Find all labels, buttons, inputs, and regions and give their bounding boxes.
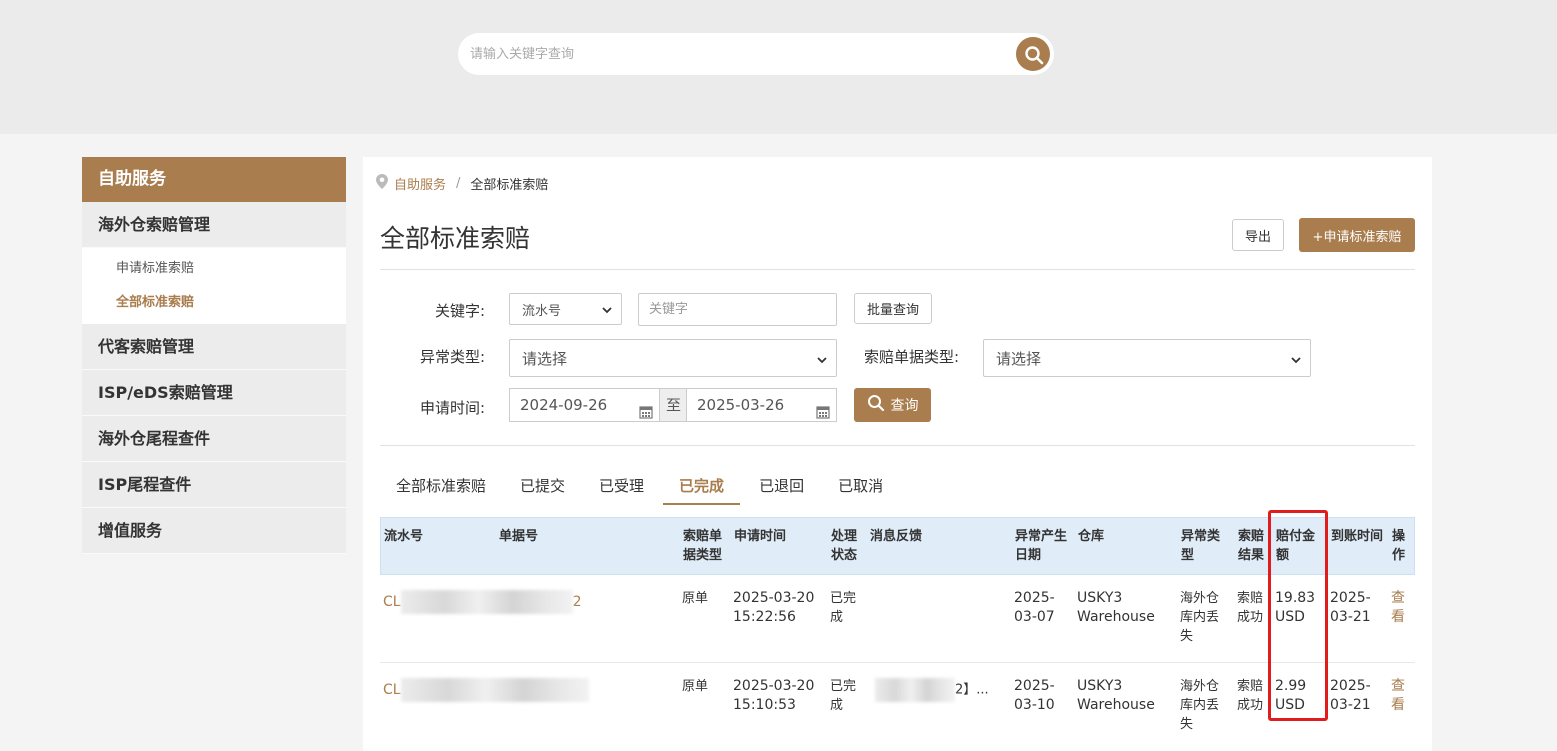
header-result: 索赔 结果 [1238,529,1265,563]
breadcrumb-home-link[interactable]: 自助服务 [394,174,446,193]
sidebar-item-overseas-claims[interactable]: 海外仓索赔管理 [82,202,346,248]
export-button[interactable]: 导出 [1232,219,1284,251]
query-button[interactable]: 查询 [854,388,931,422]
date-range-separator: 至 [660,388,687,422]
keyword-label: 关键字: [434,302,485,320]
search-icon [867,394,885,416]
feedback-cell: 2】... [875,678,989,702]
result-cell: 索赔 成功 [1237,679,1264,713]
search-box [458,33,1054,75]
breadcrumb-current: 全部标准索赔 [470,178,549,193]
header-feedback: 消息反馈 [870,529,923,544]
arrival-time-cell: 2025- 03-21 [1330,590,1371,625]
header-warehouse: 仓库 [1078,529,1105,544]
anomaly-date-cell: 2025- 03-07 [1014,590,1055,625]
sidebar-item-proxy-claims[interactable]: 代客索赔管理 [82,324,346,370]
header-amount: 赔付金额 [1276,529,1316,563]
warehouse-cell: USKY3 Warehouse [1077,678,1155,713]
query-button-label: 查询 [890,398,919,414]
header-doc-type: 索赔单 据类型 [683,529,723,563]
header-operation: 操作 [1392,529,1406,563]
amount-cell: 19.83 USD [1275,590,1316,625]
header-anomaly-type: 异常类型 [1181,529,1221,563]
date-to-value: 2025-03-26 [697,396,785,414]
top-search-bar [0,0,1557,134]
date-to-input[interactable]: 2025-03-26 [686,388,837,422]
serial-no-link[interactable]: CL 2 [383,590,582,614]
anomaly-date-cell: 2025- 03-10 [1014,678,1055,713]
chevron-down-icon [816,352,828,370]
header-status: 处理 状态 [831,529,858,563]
sidebar-submenu: 申请标准索赔 全部标准索赔 [82,248,346,324]
status-tabs: 全部标准索赔 已提交 已受理 已完成 已退回 已取消 [380,471,900,505]
doc-type-cell: 原单 [682,591,709,606]
location-pin-icon [376,174,388,193]
doc-type-value: 请选择 [996,349,1042,368]
doc-type-select[interactable]: 请选择 [983,339,1311,377]
apply-time-cell: 2025-03-20 15:10:53 [733,678,815,713]
doc-type-cell: 原单 [682,679,709,694]
anomaly-type-select[interactable]: 请选择 [509,339,837,377]
keyword-type-select[interactable]: 流水号 [509,293,622,325]
tab-all[interactable]: 全部标准索赔 [396,471,486,505]
tab-completed[interactable]: 已完成 [663,471,741,505]
tab-returned[interactable]: 已退回 [759,471,804,505]
apply-time-cell: 2025-03-20 15:22:56 [733,590,815,625]
result-cell: 索赔 成功 [1237,591,1264,625]
table-row: CL 2 原单 2025-03-20 15:22:56 已完成 2025- 03-07… [380,575,1415,663]
divider [380,445,1415,446]
apply-claim-button[interactable]: +申请标准索赔 [1299,218,1415,252]
table-header: 流水号 单据号 索赔单 据类型 申请时间 处理 状态 消息反馈 异常产生 日期 仓库 … [380,517,1415,575]
view-link[interactable]: 查看 [1391,589,1405,627]
anomaly-type-cell: 海外仓 库内丢失 [1180,679,1220,732]
calendar-icon [639,398,653,430]
header-serial: 流水号 [384,529,424,544]
header-doc-no: 单据号 [499,529,539,544]
view-link[interactable]: 查看 [1391,677,1405,715]
tab-cancelled[interactable]: 已取消 [838,471,883,505]
tab-submitted[interactable]: 已提交 [520,471,565,505]
calendar-icon [816,398,830,430]
serial-no-link[interactable]: CL [383,678,589,702]
breadcrumb-separator: / [456,176,461,191]
sidebar-item-all-standard-claims[interactable]: 全部标准索赔 [82,286,346,320]
header-anomaly-date: 异常产生 日期 [1015,529,1068,563]
anomaly-type-value: 请选择 [522,349,568,368]
header-arrival-time: 到账时间 [1331,529,1384,544]
page-title: 全部标准索赔 [380,224,531,253]
chevron-down-icon [1290,352,1302,370]
anomaly-type-label: 异常类型: [419,348,485,366]
status-cell: 已完成 [830,591,857,625]
search-input[interactable] [470,33,1010,75]
anomaly-type-cell: 海外仓 库内丢失 [1180,591,1220,644]
sidebar-item-value-added[interactable]: 增值服务 [82,508,346,554]
chevron-down-icon [601,304,613,320]
keyword-input[interactable]: 关键字 [638,293,837,326]
warehouse-cell: USKY3 Warehouse [1077,590,1155,625]
apply-date-label: 申请时间: [419,399,485,417]
search-button[interactable] [1014,35,1052,73]
sidebar-item-apply-standard-claim[interactable]: 申请标准索赔 [82,252,346,286]
sidebar-header: 自助服务 [82,157,346,202]
breadcrumb: 自助服务 / 全部标准索赔 [376,174,548,193]
table-row: CL 原单 2025-03-20 15:10:53 已完成 2】... 2025-… [380,663,1415,751]
sidebar-item-overseas-tracking[interactable]: 海外仓尾程查件 [82,416,346,462]
main-panel: 自助服务 / 全部标准索赔 全部标准索赔 导出 +申请标准索赔 关键字: 流水号… [363,157,1432,751]
date-from-input[interactable]: 2024-09-26 [509,388,660,422]
batch-query-button[interactable]: 批量查询 [854,293,932,324]
sidebar: 自助服务 海外仓索赔管理 申请标准索赔 全部标准索赔 代客索赔管理 ISP/eD… [82,157,346,554]
keyword-type-value: 流水号 [522,303,562,319]
amount-cell: 2.99 USD [1275,678,1307,713]
status-cell: 已完成 [830,679,857,713]
header-apply-time: 申请时间 [734,529,787,544]
sidebar-item-isp-tracking[interactable]: ISP尾程查件 [82,462,346,508]
date-from-value: 2024-09-26 [520,396,608,414]
arrival-time-cell: 2025- 03-21 [1330,678,1371,713]
divider [380,269,1415,270]
tab-accepted[interactable]: 已受理 [599,471,644,505]
doc-type-label: 索赔单据类型: [863,348,959,366]
sidebar-item-isp-eds-claims[interactable]: ISP/eDS索赔管理 [82,370,346,416]
